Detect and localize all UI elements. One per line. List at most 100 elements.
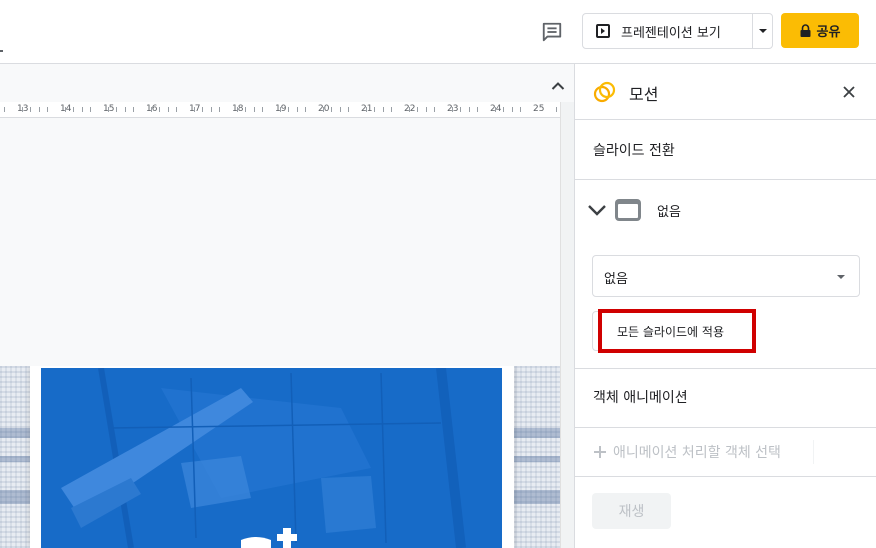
ruler-tick <box>468 107 470 112</box>
ruler-tick <box>167 107 169 112</box>
ruler-tick <box>288 107 290 112</box>
collapse-toolbar-button[interactable] <box>546 74 570 98</box>
ruler-tick <box>365 107 367 112</box>
section-divider <box>575 476 876 477</box>
ruler-tick <box>434 107 436 112</box>
transition-expander[interactable]: 없음 <box>575 188 876 232</box>
ruler-tick <box>391 107 393 112</box>
chevron-up-icon <box>551 82 565 90</box>
object-animation-title: 객체 애니메이션 <box>593 390 688 406</box>
motion-panel-title: 모션 <box>629 85 659 104</box>
ruler-tick <box>348 107 350 112</box>
ruler-tick <box>262 107 264 112</box>
annotation-highlight-box <box>598 309 756 353</box>
present-button[interactable]: 프레젠테이션 보기 <box>583 14 753 48</box>
ruler-tick <box>417 107 419 112</box>
ruler-tick <box>382 107 384 112</box>
present-dropdown-button[interactable] <box>753 14 772 48</box>
transition-type-select[interactable]: 없음 <box>592 255 860 297</box>
ruler-tick <box>107 107 109 112</box>
ruler-tick <box>150 107 152 112</box>
section-divider <box>575 179 876 180</box>
ruler-tick <box>477 107 479 112</box>
caret-down-icon <box>758 29 767 33</box>
ruler-tick <box>4 107 6 112</box>
motion-rings-icon <box>593 81 616 103</box>
ruler-tick <box>460 107 462 112</box>
comments-icon <box>542 22 562 42</box>
play-box-icon <box>596 24 610 38</box>
ruler-tick <box>236 107 238 112</box>
ruler-label: 19 <box>275 104 287 114</box>
ruler-tick <box>296 107 298 112</box>
play-button-label: 재생 <box>618 504 645 520</box>
ruler-label: 18 <box>232 104 244 114</box>
ruler-tick <box>64 107 66 112</box>
close-icon <box>843 86 855 98</box>
motion-panel-header: 모션 <box>575 64 876 120</box>
current-transition-label: 없음 <box>657 205 681 220</box>
editor-scroll-gutter <box>560 102 574 548</box>
add-animation-button[interactable]: 애니메이션 처리할 객체 선택 <box>593 440 814 464</box>
slide-transition-title: 슬라이드 전환 <box>593 143 675 159</box>
ruler-label: 20 <box>318 104 330 114</box>
ruler-tick <box>253 107 255 112</box>
ruler-label: 16 <box>146 104 158 114</box>
transition-thumbnail-icon <box>615 199 641 221</box>
ruler-tick <box>202 107 204 112</box>
slide-photo[interactable] <box>41 368 502 548</box>
chevron-down-icon <box>588 205 606 216</box>
ruler-tick <box>176 107 178 112</box>
ruler-label: 13 <box>17 104 29 114</box>
select-arrow-icon <box>837 275 845 279</box>
present-button-group: 프레젠테이션 보기 <box>582 13 773 49</box>
toolbar-edge-mark <box>0 50 3 52</box>
ruler-tick <box>219 107 221 112</box>
close-panel-button[interactable] <box>837 80 861 104</box>
ruler-tick <box>124 107 126 112</box>
slide-canvas[interactable] <box>0 366 560 548</box>
lock-icon <box>800 24 811 37</box>
photo-illustration <box>41 368 502 548</box>
ruler-tick <box>494 107 496 112</box>
ruler-tick <box>339 107 341 112</box>
ruler-tick <box>425 107 427 112</box>
section-divider <box>575 368 876 369</box>
horizontal-ruler[interactable]: 13 14 15 16 17 18 19 20 21 22 23 24 25 <box>0 102 560 118</box>
ruler-label: 22 <box>404 104 416 114</box>
motion-panel: 모션 슬라이드 전환 없음 없음 모든 슬라이드에 적용 객체 애니메이션 애니… <box>574 64 876 548</box>
slide-editor: 13 14 15 16 17 18 19 20 21 22 23 24 25 <box>0 64 574 548</box>
play-button[interactable]: 재생 <box>592 493 671 529</box>
ruler-tick <box>322 107 324 112</box>
plus-icon <box>594 446 606 458</box>
ruler-tick <box>305 107 307 112</box>
ruler-tick <box>116 107 118 112</box>
ruler-label: 14 <box>60 104 72 114</box>
comments-button[interactable] <box>536 16 568 48</box>
ruler-tick <box>451 107 453 112</box>
top-toolbar: 프레젠테이션 보기 공유 <box>0 0 876 64</box>
ruler-tick <box>331 107 333 112</box>
ruler-tick <box>81 107 83 112</box>
ruler-tick <box>133 107 135 112</box>
ruler-tick <box>210 107 212 112</box>
ruler-tick <box>279 107 281 112</box>
ruler-tick <box>503 107 505 112</box>
ruler-label: 17 <box>189 104 201 114</box>
share-button-label: 공유 <box>816 25 841 40</box>
ruler-tick <box>193 107 195 112</box>
section-divider <box>575 427 876 428</box>
ruler-tick <box>159 107 161 112</box>
present-button-label: 프레젠테이션 보기 <box>621 25 721 41</box>
ruler-tick <box>520 107 522 112</box>
ruler-label: 23 <box>447 104 459 114</box>
ruler-tick <box>511 107 513 112</box>
share-button[interactable]: 공유 <box>781 13 859 48</box>
ruler-label: 24 <box>490 104 502 114</box>
ruler-tick <box>245 107 247 112</box>
ruler-tick <box>73 107 75 112</box>
ruler-tick <box>38 107 40 112</box>
ruler-tick <box>408 107 410 112</box>
ruler-label: 21 <box>361 104 373 114</box>
transition-type-value: 없음 <box>604 272 628 287</box>
